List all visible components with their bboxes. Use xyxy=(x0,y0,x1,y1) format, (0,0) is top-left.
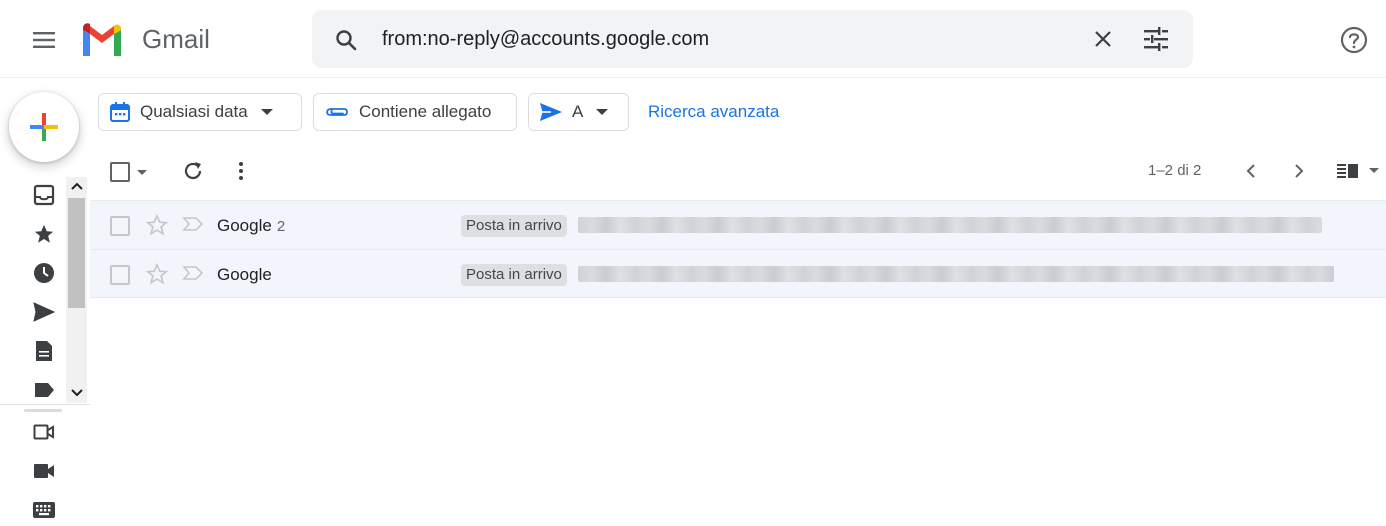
date-filter-chip[interactable]: Qualsiasi data xyxy=(98,93,302,131)
app-brand-name: Gmail xyxy=(142,24,210,54)
split-pane-icon xyxy=(1337,164,1358,178)
chevron-down-icon xyxy=(70,389,83,397)
rail-new-meeting[interactable] xyxy=(31,419,57,445)
email-sender: Google xyxy=(217,265,272,285)
meet-new-icon xyxy=(33,424,54,440)
star-toggle[interactable] xyxy=(145,213,169,241)
caret-down-icon xyxy=(595,108,609,116)
clock-icon xyxy=(34,263,54,283)
search-bar xyxy=(312,10,1193,68)
draft-icon xyxy=(36,341,52,361)
sender-name: Google xyxy=(217,216,272,235)
rail-keyboard[interactable] xyxy=(31,497,57,523)
search-input[interactable] xyxy=(382,24,1102,54)
rail-starred[interactable] xyxy=(31,221,57,247)
rail-inbox[interactable] xyxy=(31,182,57,208)
search-button[interactable] xyxy=(330,24,362,56)
select-all-checkbox[interactable] xyxy=(110,162,130,182)
top-header: Gmail xyxy=(0,0,1386,78)
main-menu-button[interactable] xyxy=(22,20,66,60)
hamburger-menu-icon xyxy=(33,32,55,48)
gmail-m-icon xyxy=(83,23,121,56)
email-row[interactable]: Google 2 Posta in arrivo xyxy=(90,200,1386,249)
email-select-checkbox[interactable] xyxy=(110,216,130,236)
newer-page-button[interactable] xyxy=(1288,160,1310,182)
sender-name: Google xyxy=(217,265,272,284)
more-options-button[interactable] xyxy=(230,158,252,184)
advanced-search-link[interactable]: Ricerca avanzata xyxy=(648,102,779,122)
importance-toggle[interactable] xyxy=(182,216,204,237)
star-icon xyxy=(34,224,54,243)
send-icon xyxy=(33,302,55,322)
label-icon xyxy=(35,383,54,397)
list-toolbar: 1–2 di 2 xyxy=(90,146,1386,198)
chevron-left-icon xyxy=(1246,164,1255,178)
scroll-down-button[interactable] xyxy=(66,383,87,403)
redacted-snippet xyxy=(578,266,1334,282)
gmail-logo[interactable] xyxy=(80,22,124,61)
important-marker-icon xyxy=(182,266,204,280)
compose-button[interactable] xyxy=(9,92,79,162)
meet-join-icon xyxy=(34,464,54,478)
to-filter-label: A xyxy=(572,102,584,121)
send-arrow-icon xyxy=(539,101,563,123)
tune-icon xyxy=(1144,27,1168,51)
rail-labels[interactable] xyxy=(31,377,57,403)
star-outline-icon xyxy=(145,262,169,285)
caret-down-icon xyxy=(1369,168,1379,173)
star-outline-icon xyxy=(145,213,169,236)
older-page-button[interactable] xyxy=(1240,160,1262,182)
scroll-up-button[interactable] xyxy=(66,177,87,195)
close-icon xyxy=(1095,31,1111,47)
select-options-caret[interactable] xyxy=(136,164,148,182)
refresh-icon xyxy=(184,162,202,180)
email-sender: Google 2 xyxy=(217,216,285,236)
calendar-icon xyxy=(109,101,131,123)
more-vert-icon xyxy=(239,162,243,180)
rail-scroll-thumb[interactable] xyxy=(68,198,85,308)
thread-count: 2 xyxy=(276,218,286,235)
attachment-filter-chip[interactable]: Contiene allegato xyxy=(313,93,517,131)
date-filter-label: Qualsiasi data xyxy=(140,102,248,121)
rail-join-meeting[interactable] xyxy=(31,458,57,484)
email-row[interactable]: Google Posta in arrivo xyxy=(90,249,1386,298)
inbox-icon xyxy=(33,184,55,206)
clear-search-button[interactable] xyxy=(1088,24,1118,54)
rail-divider xyxy=(0,404,90,405)
caret-down-icon xyxy=(260,108,274,116)
help-icon xyxy=(1340,26,1368,54)
compose-plus-icon xyxy=(30,113,58,141)
important-marker-icon xyxy=(182,217,204,231)
inbox-label-chip[interactable]: Posta in arrivo xyxy=(461,264,567,286)
importance-toggle[interactable] xyxy=(182,265,204,286)
search-icon xyxy=(336,30,357,51)
email-select-checkbox[interactable] xyxy=(110,265,130,285)
chevron-up-icon xyxy=(70,182,83,190)
rail-section-handle xyxy=(24,409,62,412)
paperclip-icon xyxy=(324,105,350,119)
keyboard-icon xyxy=(33,502,55,518)
split-pane-toggle[interactable] xyxy=(1336,160,1380,182)
caret-down-icon xyxy=(137,170,147,175)
star-toggle[interactable] xyxy=(145,262,169,290)
help-button[interactable] xyxy=(1334,20,1374,60)
to-filter-chip[interactable]: A xyxy=(528,93,629,131)
pagination-count: 1–2 di 2 xyxy=(1148,162,1202,179)
refresh-button[interactable] xyxy=(180,158,206,184)
attachment-filter-label: Contiene allegato xyxy=(359,102,492,121)
rail-snoozed[interactable] xyxy=(31,260,57,286)
redacted-snippet xyxy=(578,217,1322,233)
rail-drafts[interactable] xyxy=(31,338,57,364)
inbox-label-chip[interactable]: Posta in arrivo xyxy=(461,215,567,237)
search-options-button[interactable] xyxy=(1140,23,1172,55)
email-list: Google 2 Posta in arrivo Google Posta in … xyxy=(90,200,1386,298)
rail-sent[interactable] xyxy=(31,299,57,325)
chevron-right-icon xyxy=(1295,164,1304,178)
